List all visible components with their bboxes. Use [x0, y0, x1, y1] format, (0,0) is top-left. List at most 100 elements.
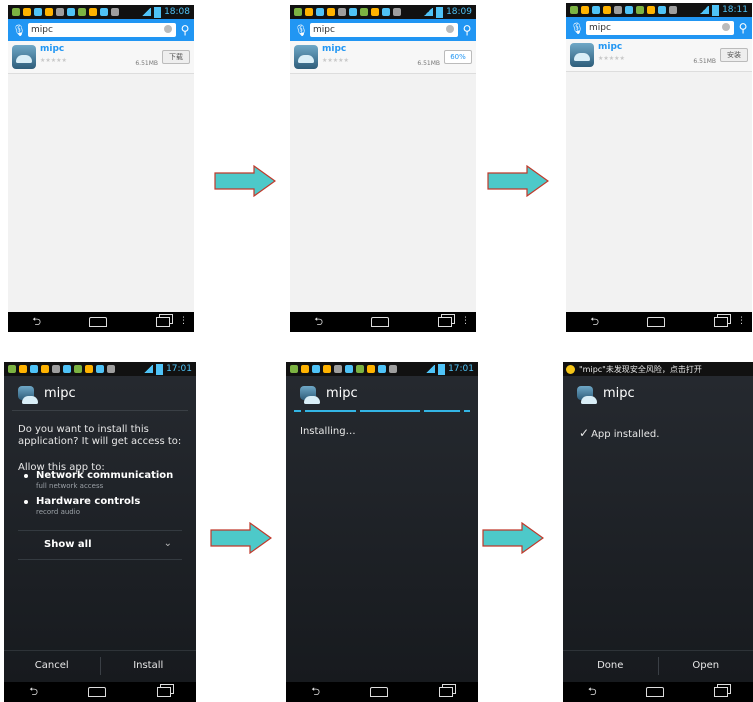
wifi-icon: [143, 365, 154, 373]
clear-icon[interactable]: [722, 23, 730, 31]
app-name: mipc: [40, 44, 65, 54]
back-icon[interactable]: ⮌: [311, 683, 320, 702]
mic-icon[interactable]: 🎙: [12, 24, 26, 37]
notification-icons: [290, 8, 423, 16]
installer-complete-screen: "mipc"未发现安全风险，点击打开 mipc ✓ App installed. …: [563, 362, 753, 702]
back-icon[interactable]: ⮌: [314, 313, 323, 332]
home-icon[interactable]: [370, 687, 389, 697]
search-input[interactable]: mipc: [28, 23, 176, 37]
permission-name: Hardware controls: [36, 496, 141, 507]
permission-name: Network communication: [36, 470, 174, 481]
search-input[interactable]: mipc: [310, 23, 458, 37]
open-button[interactable]: Open: [659, 651, 753, 681]
permission-item: Hardware controls record audio: [24, 496, 141, 516]
menu-icon[interactable]: ⋮: [461, 316, 470, 326]
recent-apps-icon[interactable]: [437, 317, 452, 327]
clock: 17:01: [448, 364, 474, 374]
recent-apps-icon[interactable]: [156, 687, 171, 697]
app-title: mipc: [44, 385, 76, 401]
permission-detail: full network access: [36, 482, 104, 490]
permission-item: Network communication full network acces…: [24, 470, 174, 490]
flow-arrow: [487, 165, 549, 197]
home-icon[interactable]: [646, 687, 665, 697]
indeterminate-progress-bar: [294, 410, 470, 412]
search-icon[interactable]: ⚲: [458, 23, 476, 37]
list-item[interactable]: mipc ★★★★★ 6.51MB 下载: [8, 41, 194, 74]
installer-button-bar: Cancel Install: [4, 650, 196, 681]
recent-apps-icon[interactable]: [714, 687, 729, 697]
recent-apps-icon[interactable]: [438, 687, 453, 697]
status-bar: 18:09: [290, 5, 476, 19]
store-screen-install: 18:11 🎙 mipc ⚲ mipc ★★★★★ 6.51MB 安装 ⮌ ⋮: [566, 3, 752, 332]
install-button[interactable]: Install: [101, 651, 197, 681]
download-progress-button[interactable]: 60%: [444, 50, 472, 64]
wifi-icon: [141, 8, 152, 16]
app-list: mipc ★★★★★ 6.51MB 60%: [290, 41, 476, 312]
back-icon[interactable]: ⮌: [32, 313, 41, 332]
notification-icons: [566, 6, 699, 14]
battery-icon: [438, 363, 446, 375]
app-icon: [300, 386, 320, 404]
search-bar: 🎙 mipc ⚲: [8, 19, 194, 41]
status-bar: 17:01: [4, 362, 196, 376]
cancel-button[interactable]: Cancel: [4, 651, 100, 681]
security-notification[interactable]: "mipc"未发现安全风险，点击打开: [563, 362, 753, 376]
wifi-icon: [425, 365, 436, 373]
flow-arrow: [210, 522, 272, 554]
home-icon[interactable]: [371, 317, 390, 327]
recent-apps-icon[interactable]: [155, 317, 170, 327]
app-size: 6.51MB: [417, 60, 440, 67]
menu-icon[interactable]: ⋮: [737, 316, 746, 326]
nav-bar: ⮌ ⋮: [290, 312, 476, 332]
bullet-icon: [24, 500, 28, 504]
home-icon[interactable]: [88, 687, 107, 697]
download-button[interactable]: 下载: [162, 50, 190, 64]
back-icon[interactable]: ⮌: [590, 313, 599, 332]
mic-icon[interactable]: 🎙: [570, 22, 584, 35]
done-button[interactable]: Done: [563, 651, 658, 681]
menu-icon[interactable]: ⋮: [179, 316, 188, 326]
clear-icon[interactable]: [164, 25, 172, 33]
search-bar: 🎙 mipc ⚲: [290, 19, 476, 41]
flow-arrow: [214, 165, 276, 197]
app-title: mipc: [603, 385, 635, 401]
search-bar: 🎙 mipc ⚲: [566, 17, 752, 39]
installer-button-bar: Done Open: [563, 650, 753, 681]
battery-icon: [156, 363, 164, 375]
list-item[interactable]: mipc ★★★★★ 6.51MB 60%: [290, 41, 476, 74]
home-icon[interactable]: [647, 317, 666, 327]
battery-icon: [154, 6, 162, 18]
bullet-icon: [24, 474, 28, 478]
show-all-label: Show all: [44, 539, 92, 550]
installer-title-bar: mipc: [4, 376, 196, 410]
permission-detail: record audio: [36, 508, 80, 516]
recent-apps-icon[interactable]: [713, 317, 728, 327]
search-icon[interactable]: ⚲: [734, 21, 752, 35]
clock: 17:01: [166, 364, 192, 374]
rating-stars: ★★★★★: [598, 55, 625, 62]
back-icon[interactable]: ⮌: [588, 683, 597, 702]
nav-bar: ⮌ ⋮: [8, 312, 194, 332]
installer-title-bar: mipc: [563, 376, 753, 410]
search-icon[interactable]: ⚲: [176, 23, 194, 37]
home-icon[interactable]: [89, 317, 108, 327]
install-button[interactable]: 安装: [720, 48, 748, 62]
nav-bar: ⮌: [286, 682, 478, 702]
installed-status: ✓ App installed.: [579, 426, 659, 440]
rating-stars: ★★★★★: [322, 57, 349, 64]
clear-icon[interactable]: [446, 25, 454, 33]
app-size: 6.51MB: [135, 60, 158, 67]
app-icon: [294, 45, 318, 69]
clock: 18:08: [164, 7, 190, 17]
app-title: mipc: [326, 385, 358, 401]
search-input[interactable]: mipc: [586, 21, 734, 35]
notification-icons: [286, 365, 425, 373]
security-icon: [566, 364, 575, 374]
list-item[interactable]: mipc ★★★★★ 6.51MB 安装: [566, 39, 752, 72]
show-all-row[interactable]: Show all ⌄: [18, 530, 182, 560]
installer-progress-screen: 17:01 mipc Installing… ⮌: [286, 362, 478, 702]
back-icon[interactable]: ⮌: [29, 683, 38, 702]
installer-title-bar: mipc: [286, 376, 478, 410]
installing-status: Installing…: [300, 426, 356, 437]
mic-icon[interactable]: 🎙: [294, 24, 308, 37]
